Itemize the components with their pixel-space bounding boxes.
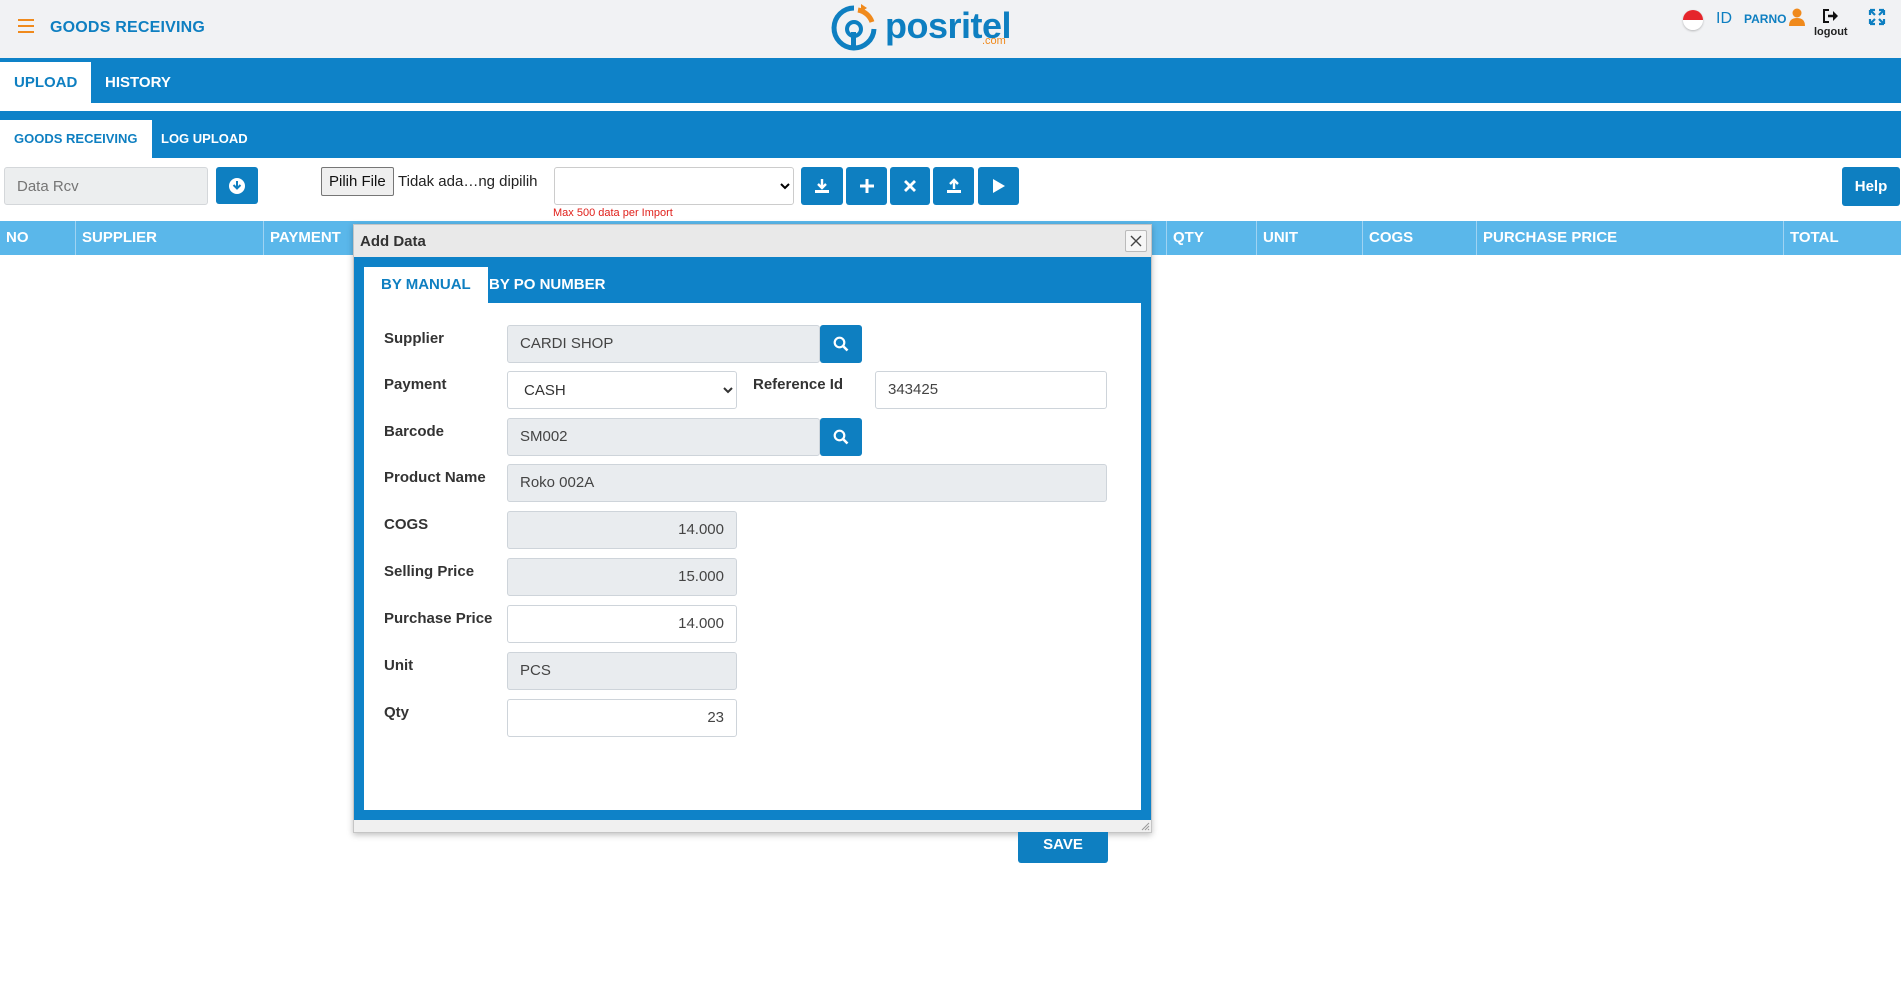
unit-label: Unit <box>384 657 414 674</box>
dialog-title: Add Data <box>360 233 426 250</box>
barcode-label: Barcode <box>384 423 445 440</box>
column-no: NO <box>6 229 29 246</box>
selling-price-label: Selling Price <box>384 563 475 580</box>
user-icon[interactable] <box>1789 8 1805 26</box>
supplier-field[interactable]: CARDI SHOP <box>507 325 820 363</box>
purchase-price-label: Purchase Price <box>384 610 493 627</box>
barcode-search-button[interactable] <box>820 418 862 456</box>
download-icon <box>815 179 829 193</box>
supplier-label: Supplier <box>384 330 445 347</box>
page-title: GOODS RECEIVING <box>50 19 206 36</box>
reference-id-label: Reference Id <box>753 376 844 393</box>
plus-icon <box>859 179 874 193</box>
language-label[interactable]: ID <box>1716 10 1732 28</box>
product-name-field: Roko 002A <box>507 464 1107 502</box>
column-purchase-price: PURCHASE PRICE <box>1476 221 1783 255</box>
purchase-price-field[interactable]: 14.000 <box>507 605 737 643</box>
reference-id-field[interactable]: 343425 <box>875 371 1107 409</box>
search-icon <box>833 429 849 445</box>
barcode-field[interactable]: SM002 <box>507 418 820 456</box>
data-rcv-input[interactable] <box>4 167 208 205</box>
tab-goods-receiving[interactable]: GOODS RECEIVING <box>0 120 152 158</box>
payment-select[interactable]: CASH <box>507 371 737 409</box>
download-template-button[interactable] <box>801 167 843 205</box>
upload-button[interactable] <box>933 167 974 205</box>
sub-tabs: GOODS RECEIVING LOG UPLOAD <box>0 111 1901 158</box>
dialog-form: Supplier CARDI SHOP Payment CASH Referen… <box>364 303 1141 863</box>
cogs-label: COGS <box>384 516 429 533</box>
main-tabs: UPLOAD HISTORY <box>0 58 1901 103</box>
tab-log-upload[interactable]: LOG UPLOAD <box>147 120 262 158</box>
download-circle-button[interactable] <box>216 167 258 204</box>
cogs-field: 14.000 <box>507 511 737 549</box>
tab-by-manual[interactable]: BY MANUAL <box>364 267 488 303</box>
process-button[interactable] <box>978 167 1019 205</box>
import-type-select[interactable] <box>554 167 794 205</box>
add-data-button[interactable] <box>846 167 887 205</box>
hamburger-icon[interactable] <box>18 19 34 33</box>
close-icon <box>1130 235 1142 247</box>
logout-icon[interactable] <box>1822 8 1840 24</box>
supplier-search-button[interactable] <box>820 325 862 363</box>
choose-file-button[interactable]: Pilih File <box>321 167 394 196</box>
tab-divider <box>0 103 1901 111</box>
dialog-footer <box>354 820 1151 832</box>
tab-upload[interactable]: UPLOAD <box>0 62 92 103</box>
column-qty: QTY <box>1166 221 1256 255</box>
dialog-close-button[interactable] <box>1125 230 1147 252</box>
logout-label[interactable]: logout <box>1814 26 1848 38</box>
dialog-title-bar[interactable]: Add Data <box>354 225 1151 257</box>
tab-by-po-number[interactable]: BY PO NUMBER <box>472 267 622 303</box>
resize-handle-icon[interactable] <box>1140 821 1150 831</box>
column-total: TOTAL <box>1783 221 1901 255</box>
column-payment: PAYMENT <box>263 221 353 255</box>
file-status: Tidak ada…ng dipilih <box>398 173 538 190</box>
qty-field[interactable]: 23 <box>507 699 737 737</box>
search-icon <box>833 336 849 352</box>
help-button[interactable]: Help <box>1842 167 1900 206</box>
selling-price-field: 15.000 <box>507 558 737 596</box>
download-circle-icon <box>229 177 245 194</box>
unit-field: PCS <box>507 652 737 690</box>
play-icon <box>992 179 1005 193</box>
logo-sub: .com <box>982 35 1006 47</box>
user-name: PARNO <box>1744 12 1787 26</box>
add-data-dialog: Add Data BY MANUAL BY PO NUMBER Supplier… <box>353 224 1152 863</box>
top-header: GOODS RECEIVING posritel .com ID PARNO l… <box>0 0 1901 58</box>
times-icon <box>904 180 916 192</box>
clear-button[interactable] <box>890 167 930 205</box>
column-supplier: SUPPLIER <box>75 221 263 255</box>
posritel-logo: posritel .com <box>825 2 1025 56</box>
qty-label: Qty <box>384 704 410 721</box>
fullscreen-icon[interactable] <box>1868 8 1886 26</box>
tab-history[interactable]: HISTORY <box>91 62 185 103</box>
indonesia-flag-icon[interactable] <box>1683 10 1703 30</box>
column-cogs: COGS <box>1362 221 1476 255</box>
column-unit: UNIT <box>1256 221 1362 255</box>
max-import-note: Max 500 data per Import <box>553 207 673 219</box>
upload-icon <box>946 178 961 193</box>
payment-label: Payment <box>384 376 447 393</box>
product-name-label: Product Name <box>384 469 486 486</box>
